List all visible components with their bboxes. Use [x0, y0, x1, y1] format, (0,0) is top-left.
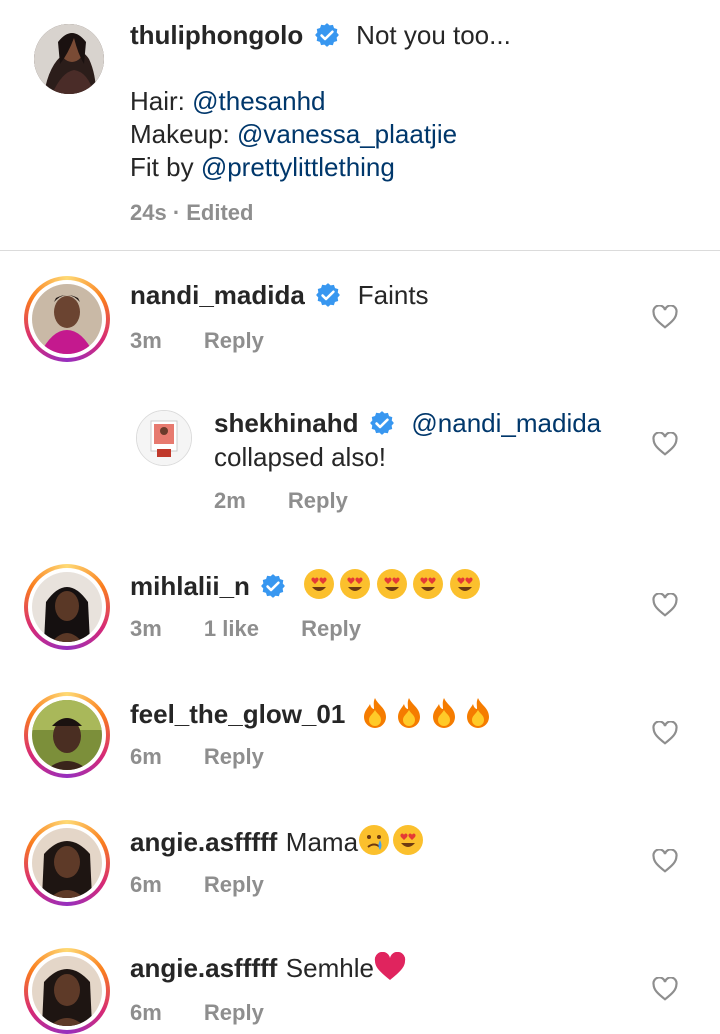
caption-meta: 24s · Edited: [130, 200, 254, 225]
avatar-photo: [32, 572, 102, 642]
heart-eyes-emoji: [393, 825, 424, 855]
reply-button[interactable]: Reply: [204, 1000, 264, 1025]
comment-mention-link[interactable]: @nandi_madida: [411, 408, 601, 438]
fit-mention-link[interactable]: @prettylittlething: [201, 152, 395, 182]
heart-outline-icon[interactable]: [652, 432, 678, 456]
heart-eyes-emoji: [303, 569, 334, 599]
comment-time: 6m: [130, 1000, 162, 1025]
avatar-photo: [34, 24, 104, 94]
avatar-photo: [32, 828, 102, 898]
comment-time: 2m: [214, 488, 246, 513]
avatar-story-ring[interactable]: [24, 820, 110, 906]
caption-avatar[interactable]: [34, 24, 104, 94]
comment-text: collapsed also!: [214, 442, 386, 472]
reply-button[interactable]: Reply: [301, 616, 361, 641]
fire-emoji: [467, 698, 490, 728]
like-count[interactable]: 1 like: [204, 616, 259, 641]
makeup-mention-link[interactable]: @vanessa_plaatjie: [237, 119, 457, 149]
red-heart-emoji: [374, 952, 406, 980]
reply-button[interactable]: Reply: [288, 488, 348, 513]
heart-outline-icon[interactable]: [652, 849, 678, 873]
hair-label: Hair:: [130, 86, 185, 116]
comment-username[interactable]: shekhinahd: [214, 408, 358, 438]
comment-time: 3m: [130, 616, 162, 641]
heart-eyes-emoji: [413, 569, 444, 599]
heart-outline-icon[interactable]: [652, 977, 678, 1001]
heart-outline-icon[interactable]: [652, 593, 678, 617]
comment-username[interactable]: angie.asfffff: [130, 953, 277, 983]
makeup-label: Makeup:: [130, 119, 230, 149]
fire-emoji: [432, 698, 455, 728]
comment-text: Mama: [285, 827, 359, 857]
heart-eyes-emoji: [376, 569, 407, 599]
comment-username[interactable]: feel_the_glow_01: [130, 699, 345, 729]
verified-badge-icon: [261, 574, 286, 598]
verified-badge-icon: [316, 283, 341, 307]
caption-username[interactable]: thuliphongolo: [130, 20, 303, 50]
heart-outline-icon[interactable]: [652, 721, 678, 745]
avatar-photo: [137, 411, 191, 465]
reply-button[interactable]: Reply: [204, 328, 264, 353]
comment-username[interactable]: angie.asfffff: [130, 827, 277, 857]
hair-mention-link[interactable]: @thesanhd: [192, 86, 325, 116]
avatar-story-ring[interactable]: [24, 948, 110, 1034]
reply-button[interactable]: Reply: [204, 744, 264, 769]
reply-avatar[interactable]: [136, 410, 192, 466]
heart-eyes-emoji: [449, 569, 480, 599]
verified-badge-icon: [370, 411, 394, 435]
comment-time: 6m: [130, 744, 162, 769]
avatar-photo: [32, 284, 102, 354]
fit-label: Fit by: [130, 152, 194, 182]
heart-outline-icon[interactable]: [652, 305, 678, 329]
avatar-photo: [32, 700, 102, 770]
comment-username[interactable]: mihlalii_n: [130, 571, 250, 601]
fire-emoji: [398, 698, 421, 728]
comment-text: Faints: [357, 280, 429, 310]
caption-text: Not you too...: [356, 20, 511, 50]
crying-emoji: [359, 825, 390, 855]
verified-badge-icon: [314, 23, 339, 47]
comment-username[interactable]: nandi_madida: [130, 280, 305, 310]
heart-eyes-emoji: [340, 569, 371, 599]
comment-emojis: [303, 569, 481, 599]
fire-emoji: [363, 698, 386, 728]
caption-divider: [0, 250, 720, 251]
comment-time: 3m: [130, 328, 162, 353]
comment-time: 6m: [130, 872, 162, 897]
avatar-story-ring[interactable]: [24, 276, 110, 362]
avatar-story-ring[interactable]: [24, 564, 110, 650]
comment-text: Semhle: [285, 953, 374, 983]
avatar-story-ring[interactable]: [24, 692, 110, 778]
reply-button[interactable]: Reply: [204, 872, 264, 897]
comment-emojis: [360, 698, 493, 728]
